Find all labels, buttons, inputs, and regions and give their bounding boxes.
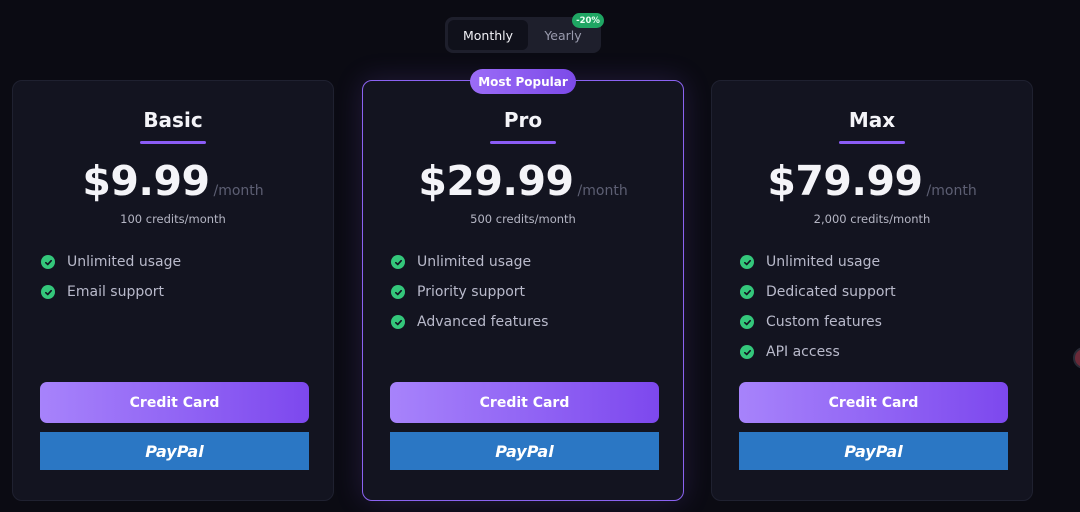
credit-card-button[interactable]: Credit Card <box>739 382 1008 423</box>
plan-card-pro: Pro $29.99 /month 500 credits/month Unli… <box>362 80 684 501</box>
plan-card-basic: Basic $9.99 /month 100 credits/month Unl… <box>12 80 334 501</box>
check-icon <box>740 285 754 299</box>
check-icon <box>740 315 754 329</box>
feature-label: Unlimited usage <box>67 254 182 270</box>
feature-item: Unlimited usage <box>41 247 181 277</box>
plan-name-underline <box>490 141 556 144</box>
check-icon <box>41 255 55 269</box>
plan-name-underline <box>839 141 905 144</box>
credit-card-button[interactable]: Credit Card <box>390 382 659 423</box>
feature-label: Priority support <box>417 284 526 300</box>
yearly-discount-badge: -20% <box>572 13 604 28</box>
feature-item: Custom features <box>740 307 896 337</box>
price-row: $79.99 /month <box>712 157 1032 205</box>
pricing-page: Monthly Yearly -20% Basic $9.99 /month 1… <box>0 0 1080 512</box>
plan-name: Max <box>848 108 896 132</box>
paypal-button[interactable]: PayPal <box>739 432 1008 470</box>
feature-item: Dedicated support <box>740 277 896 307</box>
check-icon <box>391 255 405 269</box>
plan-price: $9.99 <box>82 157 210 205</box>
feature-item: API access <box>740 337 896 367</box>
feature-label: Unlimited usage <box>417 254 532 270</box>
credit-card-button[interactable]: Credit Card <box>40 382 309 423</box>
plan-name: Basic <box>143 108 203 132</box>
plan-credits: 100 credits/month <box>120 212 226 226</box>
feature-item: Priority support <box>391 277 548 307</box>
feature-label: Unlimited usage <box>766 254 881 270</box>
plan-card-max: Max $79.99 /month 2,000 credits/month Un… <box>711 80 1033 501</box>
feature-item: Email support <box>41 277 181 307</box>
feature-label: Advanced features <box>417 314 549 330</box>
feature-list: Unlimited usage Priority support Advance… <box>391 247 548 337</box>
most-popular-badge: Most Popular <box>470 69 576 94</box>
paypal-button[interactable]: PayPal <box>390 432 659 470</box>
check-icon <box>391 285 405 299</box>
feature-list: Unlimited usage Dedicated support Custom… <box>740 247 896 367</box>
plan-name: Pro <box>503 108 543 132</box>
plan-credits: 500 credits/month <box>470 212 576 226</box>
feature-label: Email support <box>67 284 165 300</box>
feature-item: Advanced features <box>391 307 548 337</box>
plan-price: $79.99 <box>767 157 923 205</box>
feature-label: API access <box>766 344 840 360</box>
floating-widget-icon[interactable] <box>1073 347 1080 369</box>
check-icon <box>41 285 55 299</box>
feature-label: Custom features <box>766 314 882 330</box>
price-period: /month <box>577 183 628 199</box>
price-period: /month <box>213 183 264 199</box>
paypal-button[interactable]: PayPal <box>40 432 309 470</box>
check-icon <box>740 345 754 359</box>
price-row: $9.99 /month <box>13 157 333 205</box>
plan-price: $29.99 <box>418 157 574 205</box>
plan-credits: 2,000 credits/month <box>813 212 931 226</box>
check-icon <box>391 315 405 329</box>
monthly-option[interactable]: Monthly <box>448 20 528 50</box>
plan-name-underline <box>140 141 206 144</box>
feature-label: Dedicated support <box>766 284 896 300</box>
feature-item: Unlimited usage <box>391 247 548 277</box>
price-period: /month <box>926 183 977 199</box>
feature-item: Unlimited usage <box>740 247 896 277</box>
feature-list: Unlimited usage Email support <box>41 247 181 307</box>
price-row: $29.99 /month <box>363 157 683 205</box>
check-icon <box>740 255 754 269</box>
